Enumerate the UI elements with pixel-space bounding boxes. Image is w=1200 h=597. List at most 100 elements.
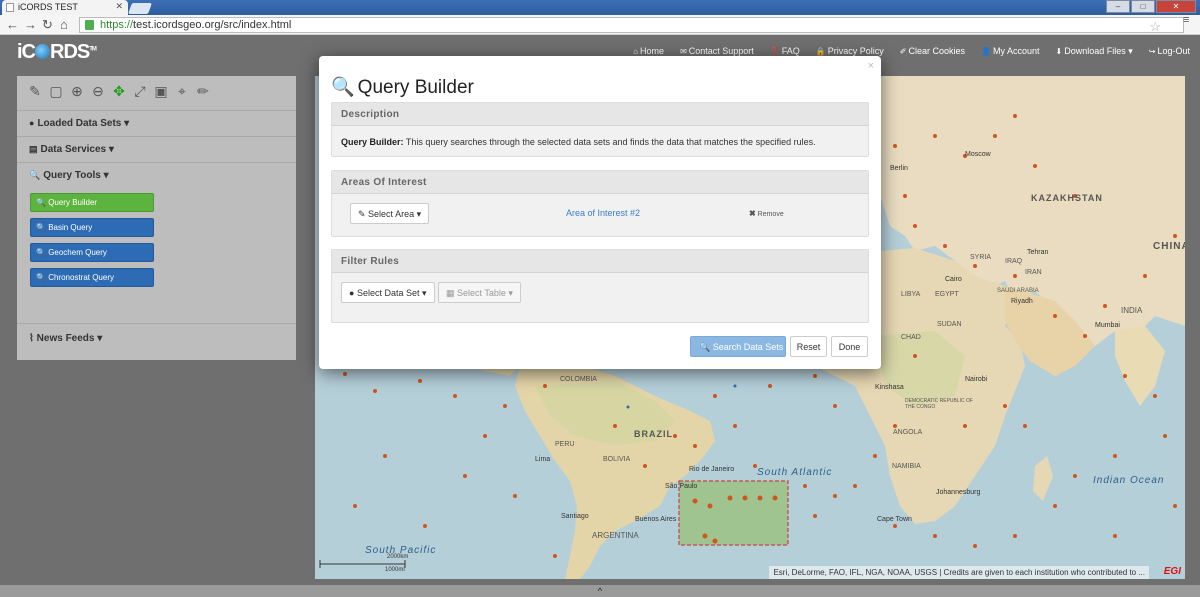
map-label-egypt: EGYPT [935, 291, 959, 298]
map-label-berlin: Berlin [890, 165, 908, 172]
section-label: News Feeds [36, 333, 95, 344]
maximize-icon[interactable]: □ [1131, 0, 1155, 13]
query-tools-toggle[interactable]: 🔍 Query Tools ▾ [17, 163, 296, 189]
reload-icon[interactable]: ↻ [42, 17, 53, 33]
modal-title: 🔍 Query Builder [331, 75, 474, 99]
url-scheme: https:// [100, 19, 134, 31]
map-label-brazil: BRAZIL [634, 429, 673, 439]
nav-label: My Account [992, 46, 1040, 56]
select-area-button[interactable]: ✎ Select Area ▾ [350, 203, 430, 224]
window-close-icon[interactable]: ✕ [1156, 0, 1196, 13]
map-label-rio: Rio de Janeiro [689, 466, 735, 473]
nav-clear-cookies[interactable]: ✐ Clear Cookies [900, 46, 965, 57]
map-label-sao-paulo: São Paulo [665, 483, 698, 490]
search-data-sets-button[interactable]: 🔍 Search Data Sets [690, 336, 786, 357]
remove-icon: ✖ [749, 209, 756, 218]
map-label-moscow: Moscow [965, 151, 991, 158]
query-builder-button[interactable]: 🔍 Query Builder [30, 193, 154, 212]
map-label-iraq: IRAQ [1005, 258, 1023, 265]
remove-aoi-button[interactable]: ✖ Remove [749, 209, 784, 218]
map-label-kinshasa: Kinshasa [875, 384, 904, 391]
button-label: Select Data Set [356, 288, 420, 298]
chronostrat-query-button[interactable]: 🔍 Chronostrat Query [30, 268, 154, 287]
button-label: Select Table [457, 288, 506, 298]
full-extent-icon[interactable]: ⤢ [132, 83, 148, 110]
new-tab-button[interactable] [127, 3, 153, 14]
map-label-south-atlantic: South Atlantic [757, 467, 833, 478]
description-heading: Description [332, 103, 868, 126]
secure-lock-icon [85, 20, 94, 30]
forward-icon[interactable]: → [24, 17, 37, 32]
browser-titlebar: iCORDS TEST ✕ – □ ✕ [0, 0, 1200, 15]
select-box-icon[interactable]: ▢ [48, 83, 64, 110]
description-label: Query Builder: [341, 137, 404, 147]
nav-my-account[interactable]: 👤 My Account [981, 46, 1040, 57]
description-text: Query Builder: This query searches throu… [332, 126, 868, 147]
map-toolbar: ✎ ▢ ⊕ ⊖ ✥ ⤢ ▣ ⌖ ✏ [17, 76, 296, 111]
nav-label: Privacy Policy [827, 46, 884, 56]
select-table-button[interactable]: ▦ Select Table ▾ [438, 282, 521, 303]
icords-logo[interactable]: iC RDSTM [17, 41, 97, 64]
reset-button[interactable]: Reset [790, 336, 827, 357]
done-button[interactable]: Done [831, 336, 868, 357]
edit-icon[interactable]: ✎ [27, 83, 43, 110]
nav-label: Contact Support [688, 46, 754, 56]
nav-download-files[interactable]: ⬇ Download Files ▾ [1056, 46, 1133, 57]
logo-text-start: iC [17, 41, 36, 63]
data-services-toggle[interactable]: ▤ Data Services ▾ [17, 137, 296, 163]
bookmark-star-icon[interactable]: ☆ [1149, 19, 1161, 35]
nav-label: Download Files ▾ [1064, 46, 1133, 56]
browser-menu-icon[interactable]: ≡ [1183, 15, 1195, 26]
bottom-panel-toggle[interactable]: ^ [0, 585, 1200, 597]
filter-rules-panel: Filter Rules ● Select Data Set ▾ ▦ Selec… [331, 249, 869, 323]
locate-icon[interactable]: ⌖ [174, 83, 190, 110]
button-label: Select Area [368, 209, 415, 219]
zoom-in-icon[interactable]: ⊕ [69, 83, 85, 110]
area-of-interest-link[interactable]: Area of Interest #2 [566, 208, 640, 218]
database-icon: ▤ [29, 144, 38, 154]
nav-log-out[interactable]: ↪ Log-Out [1149, 46, 1190, 57]
tab-close-icon[interactable]: ✕ [115, 1, 123, 12]
address-bar[interactable]: https://test.icordsgeo.org/src/index.htm… [79, 17, 1184, 35]
modal-close-icon[interactable]: × [868, 60, 874, 72]
measure-icon[interactable]: ✏ [195, 83, 211, 110]
pan-icon[interactable]: ✥ [111, 83, 127, 110]
map-label-lima: Lima [535, 456, 551, 463]
map-label-argentina: ARGENTINA [592, 531, 639, 540]
map-label-syria: SYRIA [970, 254, 992, 261]
back-icon[interactable]: ← [6, 17, 19, 32]
select-data-set-button[interactable]: ● Select Data Set ▾ [341, 282, 435, 303]
minimize-icon[interactable]: – [1106, 0, 1130, 13]
description-panel: Description Query Builder: This query se… [331, 102, 869, 157]
map-label-libya: LIBYA [901, 291, 921, 298]
loaded-data-sets-toggle[interactable]: ● Loaded Data Sets ▾ [17, 111, 296, 137]
map-label-sudan: SUDAN [937, 321, 962, 328]
query-builder-modal: × 🔍 Query Builder Description Query Build… [319, 56, 881, 369]
map-label-iran: IRAN [1025, 269, 1042, 276]
globe-icon: ● [349, 288, 355, 298]
save-icon[interactable]: ▣ [153, 83, 169, 110]
eraser-icon: ✐ [899, 47, 907, 56]
question-icon: ❓ [769, 47, 780, 56]
map-label-buenos-aires: Buenos Aires [635, 516, 677, 523]
remove-label: Remove [757, 211, 784, 218]
news-feeds-toggle[interactable]: ⌇ News Feeds ▾ [17, 324, 296, 355]
lock-icon: 🔒 [815, 47, 826, 56]
url-text: test.icordsgeo.org/src/index.html [133, 19, 292, 31]
rss-icon: ⌇ [29, 333, 34, 344]
zoom-out-icon[interactable]: ⊖ [90, 83, 106, 110]
scale-mi: 1000mi [385, 567, 405, 573]
nav-label: Log-Out [1157, 46, 1190, 56]
tab-title: iCORDS TEST [18, 2, 78, 12]
map-label-nairobi: Nairobi [965, 376, 988, 383]
map-label-kazakhstan: KAZAKHSTAN [1031, 193, 1103, 203]
map-label-chad: CHAD [901, 334, 921, 341]
geochem-query-button[interactable]: 🔍 Geochem Query [30, 243, 154, 262]
home-browser-icon[interactable]: ⌂ [60, 17, 68, 32]
browser-tab[interactable]: iCORDS TEST ✕ [2, 0, 128, 15]
map-label-santiago: Santiago [561, 513, 589, 520]
sidebar: ✎ ▢ ⊕ ⊖ ✥ ⤢ ▣ ⌖ ✏ ● Loaded Data Sets ▾ ▤ D… [17, 76, 296, 360]
logo-globe-icon [35, 44, 50, 59]
basin-query-button[interactable]: 🔍 Basin Query [30, 218, 154, 237]
map-label-tehran: Tehran [1027, 249, 1049, 256]
